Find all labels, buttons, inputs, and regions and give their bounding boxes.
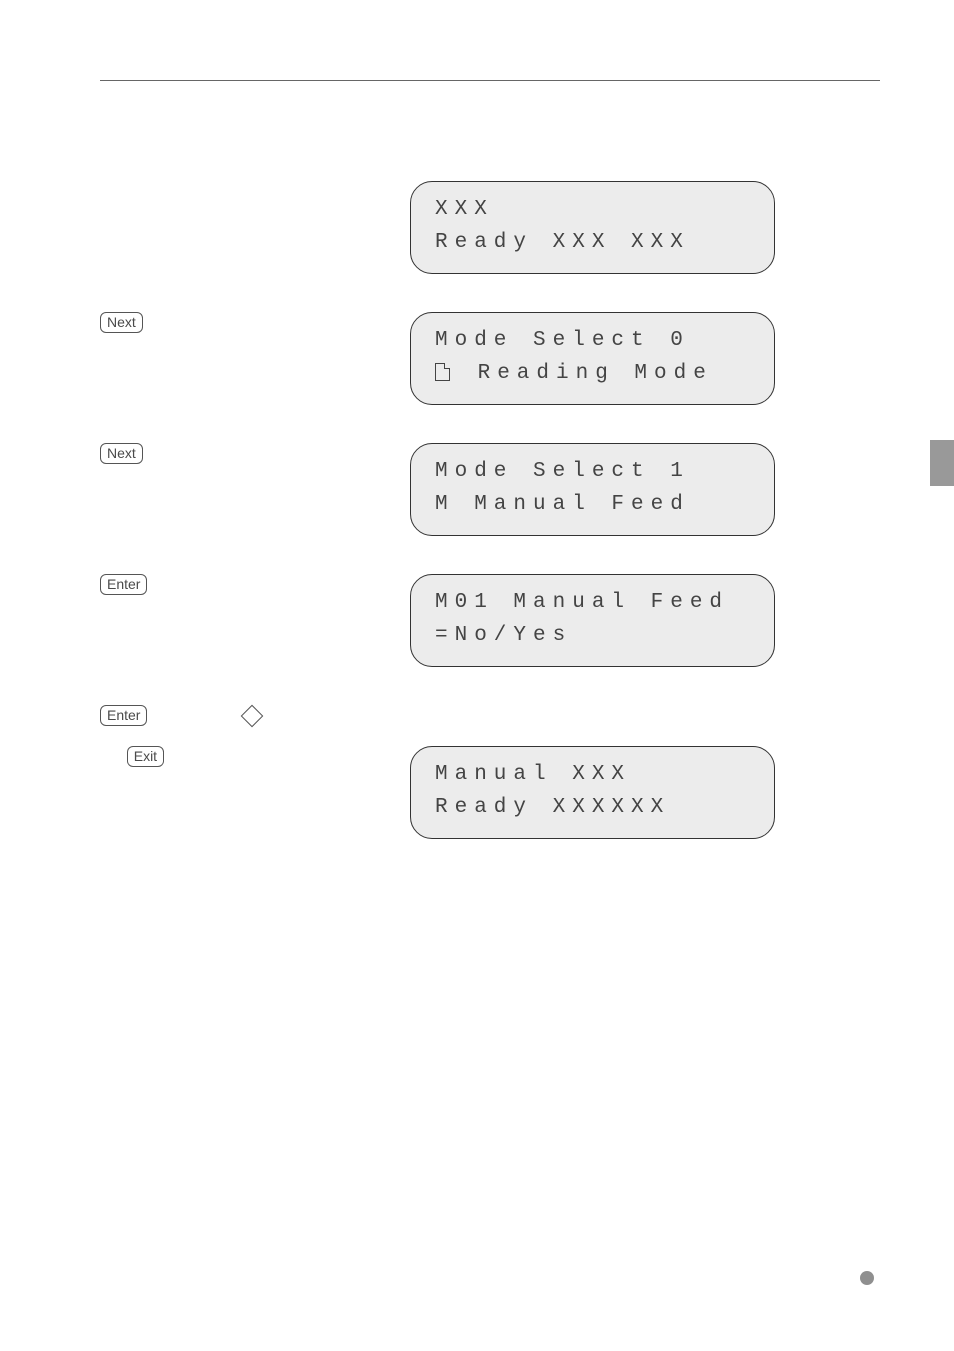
page-content: XXX Ready XXX XXX Next Mode Select 0 Rea… [0, 0, 954, 839]
enter-key[interactable]: Enter [100, 705, 147, 726]
lcd-line: Manual XXX [435, 759, 750, 792]
document-icon [435, 363, 450, 381]
lcd-line: Mode Select 0 [435, 325, 750, 358]
lcd-display: Mode Select 0 Reading Mode [410, 312, 775, 405]
step-row: XXX Ready XXX XXX [100, 181, 874, 274]
step-row: Next Mode Select 1 M Manual Feed [100, 443, 874, 536]
step-row: Exit Manual XXX Ready XXXXXX [100, 746, 874, 839]
lcd-display: XXX Ready XXX XXX [410, 181, 775, 274]
page-divider [100, 80, 880, 81]
next-key[interactable]: Next [100, 443, 143, 464]
lcd-display: Mode Select 1 M Manual Feed [410, 443, 775, 536]
lcd-display: Manual XXX Ready XXXXXX [410, 746, 775, 839]
lcd-line: M01 Manual Feed [435, 587, 750, 620]
lcd-line: Ready XXXXXX [435, 792, 750, 825]
lcd-line: Reading Mode [435, 358, 750, 391]
lcd-line: Ready XXX XXX [435, 227, 750, 260]
page-indicator-dot [860, 1271, 874, 1285]
next-key[interactable]: Next [100, 312, 143, 333]
lcd-line: =No/Yes [435, 620, 750, 653]
lcd-line: Mode Select 1 [435, 456, 750, 489]
enter-key[interactable]: Enter [100, 574, 147, 595]
lcd-line: XXX [435, 194, 750, 227]
step-row: Enter [100, 705, 874, 726]
diamond-icon [241, 705, 264, 728]
exit-key[interactable]: Exit [127, 746, 164, 767]
step-row: Next Mode Select 0 Reading Mode [100, 312, 874, 405]
lcd-line: M Manual Feed [435, 489, 750, 522]
lcd-display: M01 Manual Feed =No/Yes [410, 574, 775, 667]
side-tab [930, 440, 954, 486]
step-row: Enter M01 Manual Feed =No/Yes [100, 574, 874, 667]
